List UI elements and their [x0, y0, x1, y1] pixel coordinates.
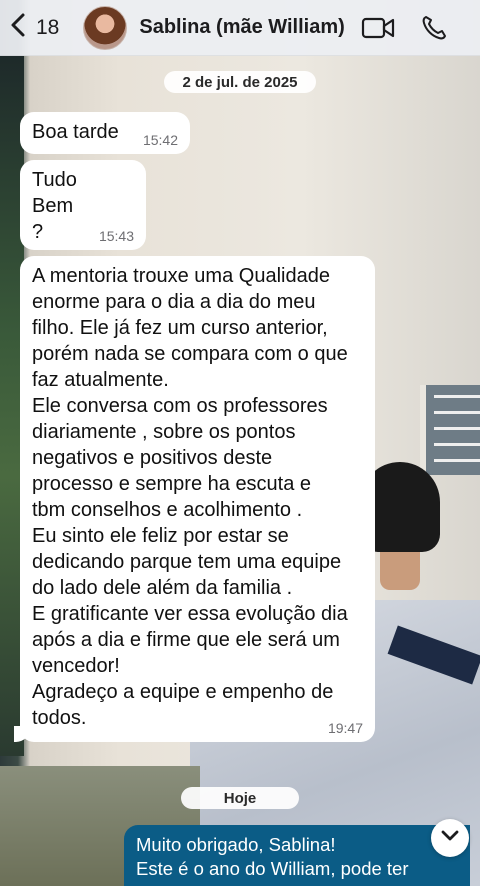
message-bubble[interactable]: A mentoria trouxe uma Qualidade enorme p… — [14, 256, 375, 742]
back-button[interactable]: 18 — [8, 8, 65, 48]
phone-icon[interactable] — [420, 14, 448, 47]
scroll-to-bottom-button[interactable] — [431, 819, 469, 857]
message-text: Muito obrigado, Sablina! Este é o ano do… — [136, 834, 409, 879]
message-time: 15:42 — [142, 132, 178, 148]
wallpaper-window — [420, 385, 480, 475]
avatar[interactable] — [83, 5, 128, 50]
video-camera-icon[interactable] — [361, 14, 395, 47]
chevron-left-icon — [8, 12, 30, 43]
message-bubble[interactable]: Boa tarde 15:42 — [20, 112, 190, 154]
message-bubble[interactable]: Tudo Bem ? 15:43 — [20, 160, 146, 250]
outgoing-message-bubble[interactable]: Muito obrigado, Sablina! Este é o ano do… — [124, 825, 470, 886]
chat-header: 18 Sablina (mãe William) — [0, 0, 480, 56]
unread-count: 18 — [36, 15, 60, 39]
message-time: 15:43 — [98, 228, 134, 244]
today-divider: Hoje — [181, 787, 299, 809]
contact-name[interactable]: Sablina (mãe William) — [139, 16, 344, 39]
date-divider: 2 de jul. de 2025 — [164, 71, 316, 93]
message-text: A mentoria trouxe uma Qualidade enorme p… — [32, 265, 348, 729]
chevron-down-icon — [441, 829, 459, 847]
message-time: 19:47 — [327, 720, 363, 736]
